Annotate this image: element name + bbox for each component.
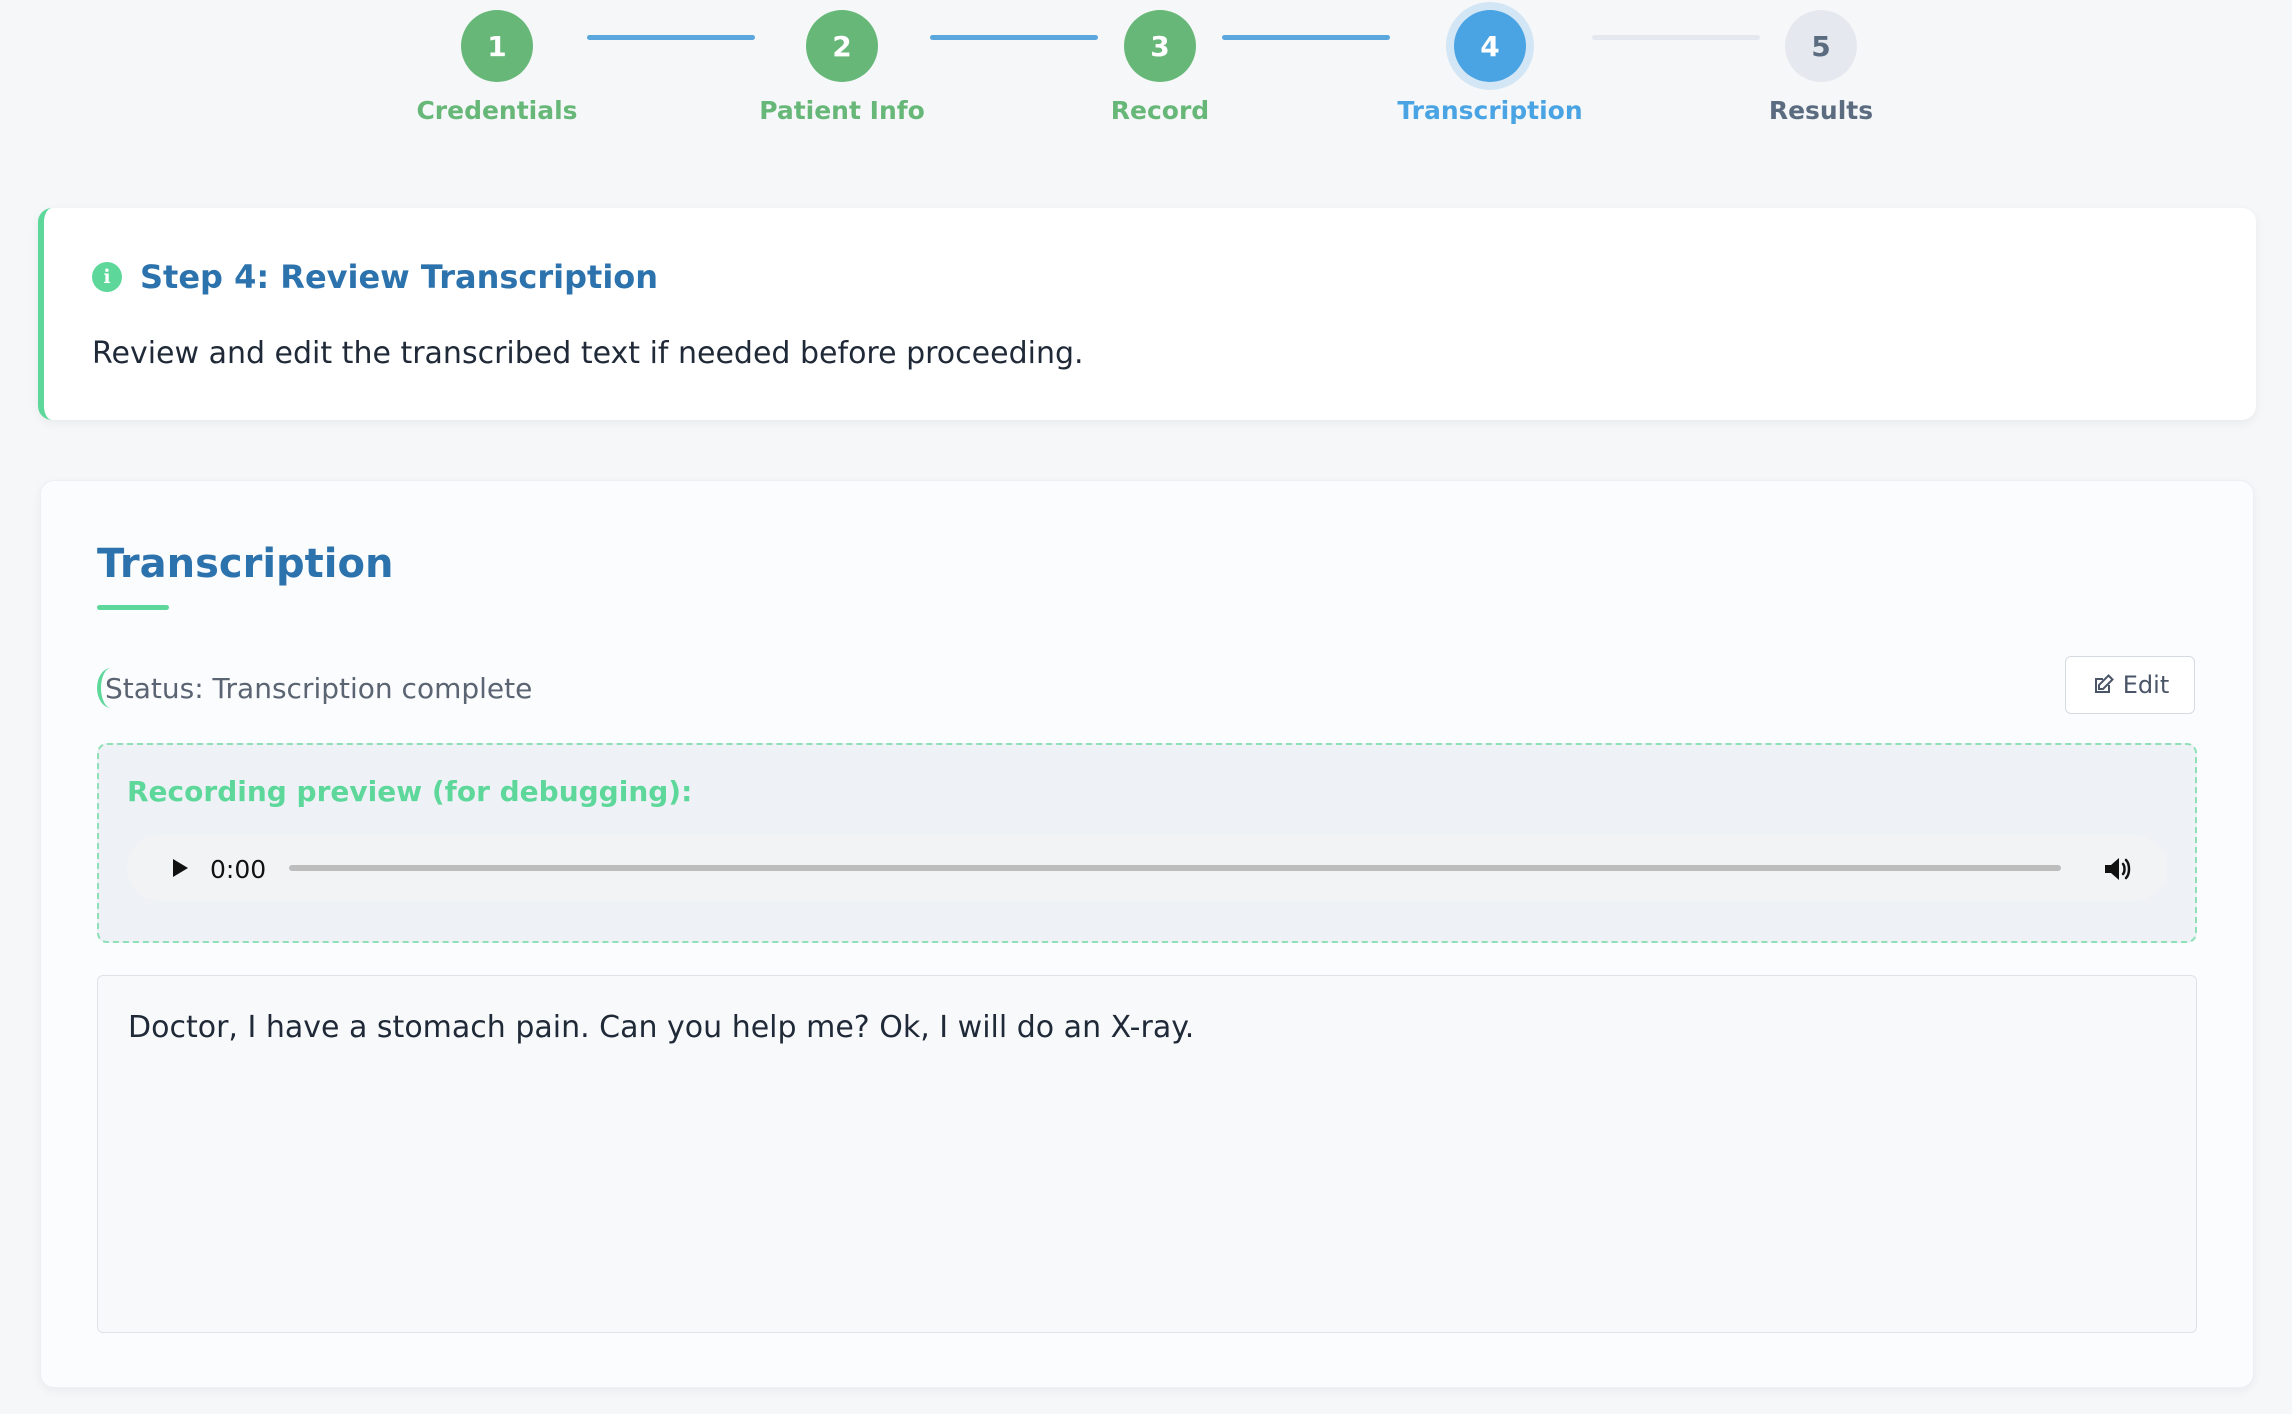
step-patient-info[interactable]: 2 Patient Info	[712, 0, 972, 125]
title-underline	[97, 605, 169, 610]
step-number-circle: 3	[1124, 10, 1196, 82]
step-label: Results	[1768, 96, 1874, 125]
status-line: Status: Transcription complete	[97, 668, 532, 708]
step-label: Patient Info	[759, 96, 925, 125]
audio-seek-bar[interactable]	[289, 865, 2061, 871]
progress-stepper: 1 Credentials 2 Patient Info 3 Record 4 …	[0, 0, 2292, 160]
step-number-circle: 2	[806, 10, 878, 82]
info-description: Review and edit the transcribed text if …	[92, 336, 1084, 371]
edit-icon	[2094, 674, 2114, 693]
info-title: Step 4: Review Transcription	[140, 258, 659, 296]
info-icon: i	[92, 262, 122, 292]
transcription-textarea[interactable]: Doctor, I have a stomach pain. Can you h…	[97, 975, 2197, 1333]
step-info-card: i Step 4: Review Transcription Review an…	[38, 208, 2256, 420]
step-results[interactable]: 5 Results	[1691, 0, 1951, 125]
step-label: Transcription	[1397, 96, 1583, 125]
edit-button-label: Edit	[2122, 671, 2170, 699]
step-label: Record	[1110, 96, 1210, 125]
audio-player: 0:00	[127, 835, 2167, 901]
step-number-circle: 1	[461, 10, 533, 82]
step-transcription[interactable]: 4 Transcription	[1360, 0, 1620, 125]
section-title: Transcription	[97, 541, 394, 587]
step-label: Credentials	[416, 96, 578, 125]
transcription-card: Transcription Status: Transcription comp…	[40, 480, 2254, 1388]
info-title-row: i Step 4: Review Transcription	[92, 258, 658, 296]
status-text: Status: Transcription complete	[105, 671, 533, 705]
page: 1 Credentials 2 Patient Info 3 Record 4 …	[0, 0, 2292, 1414]
play-icon[interactable]	[167, 856, 191, 880]
preview-label: Recording preview (for debugging):	[127, 775, 693, 808]
recording-preview: Recording preview (for debugging): 0:00	[97, 743, 2197, 943]
step-number-circle: 4	[1454, 10, 1526, 82]
step-number-circle: 5	[1785, 10, 1857, 82]
edit-button[interactable]: Edit	[2065, 656, 2195, 714]
step-record[interactable]: 3 Record	[1030, 0, 1290, 125]
audio-current-time: 0:00	[210, 855, 267, 884]
step-credentials[interactable]: 1 Credentials	[367, 0, 627, 125]
volume-icon[interactable]	[2101, 853, 2133, 885]
